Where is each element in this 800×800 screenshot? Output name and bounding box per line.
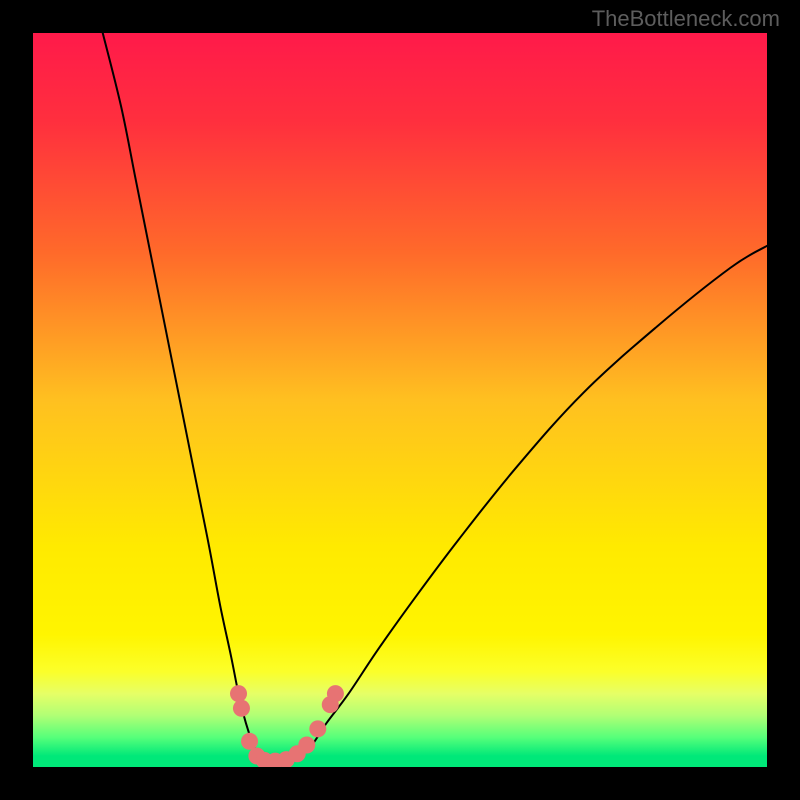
curve-right-branch <box>299 246 767 756</box>
chart-frame: TheBottleneck.com <box>0 0 800 800</box>
watermark-text: TheBottleneck.com <box>592 6 780 32</box>
marker-point <box>233 700 250 717</box>
plot-area <box>33 33 767 767</box>
bottleneck-curve <box>33 33 767 767</box>
curve-left-branch <box>103 33 259 756</box>
marker-point <box>327 685 344 702</box>
marker-point <box>309 720 326 737</box>
marker-point <box>241 733 258 750</box>
marker-point <box>298 736 315 753</box>
marker-point <box>230 685 247 702</box>
